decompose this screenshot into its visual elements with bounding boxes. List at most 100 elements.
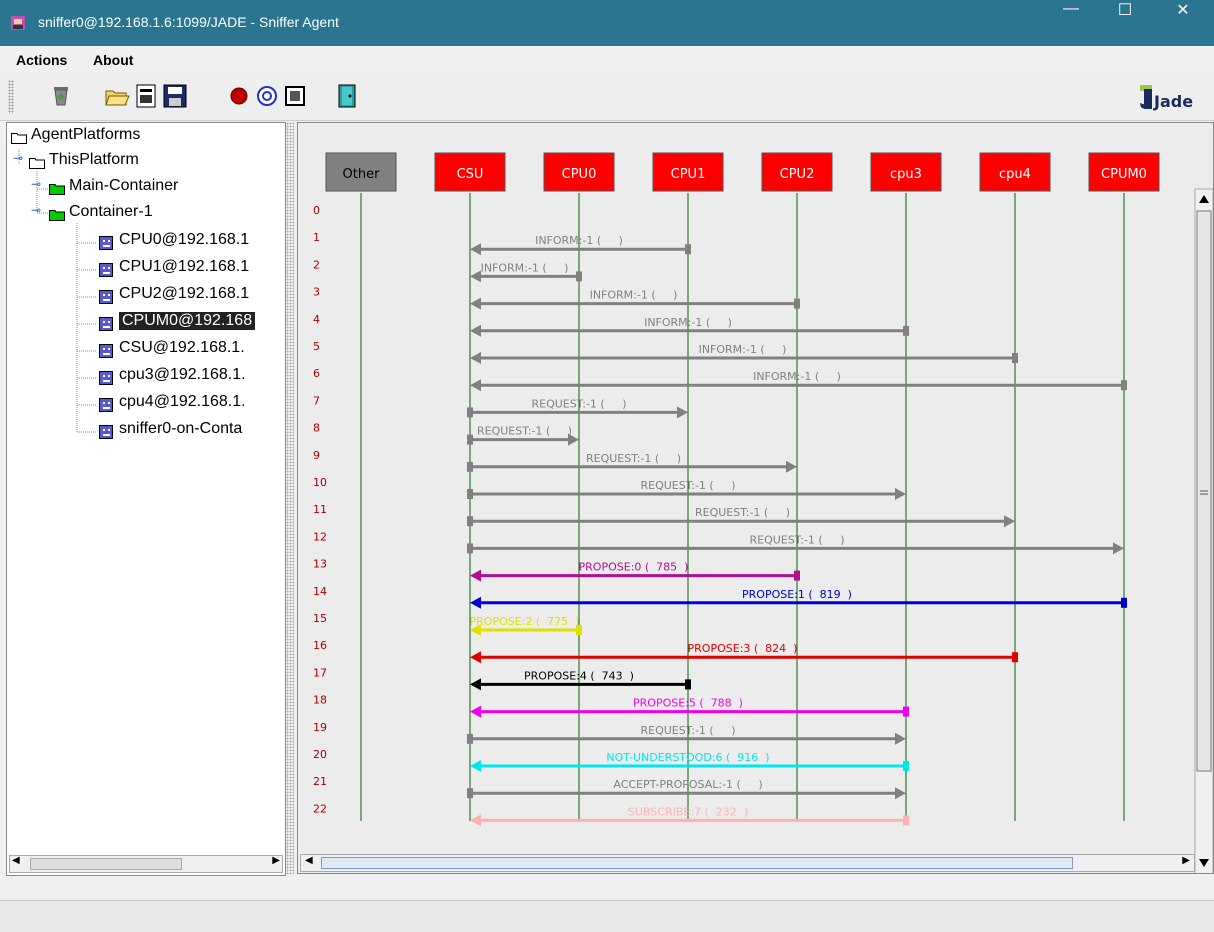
maximize-button[interactable]: ☐ <box>1102 0 1148 46</box>
tree-label: Container-1 <box>69 203 153 220</box>
row-number: 21 <box>313 775 327 788</box>
message-label: INFORM:-1 ( ) <box>481 261 569 274</box>
tree-label: CPU2@192.168.1 <box>119 285 250 302</box>
toolbar-grip[interactable] <box>8 80 14 114</box>
row-number: 22 <box>313 802 327 815</box>
minimize-button[interactable]: — <box>1048 0 1094 46</box>
agent-face-icon <box>99 263 113 277</box>
message-arrow[interactable]: INFORM:-1 ( ) <box>470 234 691 256</box>
row-number: 15 <box>313 612 327 625</box>
message-label: SUBSCRIBE:7 ( 232 ) <box>628 805 748 818</box>
message-arrow[interactable]: REQUEST:-1 ( ) <box>467 506 1015 528</box>
jade-app-icon <box>11 16 25 30</box>
open-file-icon[interactable] <box>134 83 160 109</box>
message-arrow[interactable]: SUBSCRIBE:7 ( 232 ) <box>470 805 909 827</box>
row-number: 10 <box>313 476 327 489</box>
canvas-hscroll-thumb[interactable] <box>321 857 1073 869</box>
tree-label: sniffer0-on-Conta <box>119 420 243 437</box>
window-icon[interactable] <box>282 83 308 109</box>
message-label: INFORM:-1 ( ) <box>753 370 841 383</box>
message-label: REQUEST:-1 ( ) <box>641 479 736 492</box>
folder-icon <box>29 158 45 169</box>
expand-handle-icon[interactable]: ⊸ <box>13 151 23 165</box>
jade-logo: Jade <box>1140 85 1193 111</box>
row-number: 20 <box>313 748 327 761</box>
message-arrow[interactable]: INFORM:-1 ( ) <box>470 261 582 283</box>
message-arrow[interactable]: PROPOSE:1 ( 819 ) <box>470 588 1127 609</box>
message-label: PROPOSE:2 ( 775 ) <box>470 615 580 628</box>
message-arrow[interactable]: PROPOSE:0 ( 785 ) <box>470 561 800 582</box>
agent-face-icon <box>99 398 113 412</box>
tree-label: ThisPlatform <box>49 151 139 168</box>
sniffer-canvas-panel[interactable]: Other CSU CPU0 CPU1 CPU2 cpu3 cpu4 CPUM0 012345… <box>297 122 1214 874</box>
row-number: 8 <box>313 422 320 435</box>
trash-icon[interactable] <box>48 83 74 109</box>
message-arrow[interactable]: ACCEPT-PROPOSAL:-1 ( ) <box>467 778 906 800</box>
at-icon[interactable] <box>254 83 280 109</box>
menu-actions[interactable]: Actions <box>16 52 67 68</box>
message-arrow[interactable]: REQUEST:-1 ( ) <box>467 425 579 446</box>
message-label: REQUEST:-1 ( ) <box>586 452 681 465</box>
agent-box-label: CPU0 <box>562 167 597 182</box>
message-arrow[interactable]: INFORM:-1 ( ) <box>470 289 800 310</box>
record-icon[interactable] <box>226 83 252 109</box>
message-label: PROPOSE:1 ( 819 ) <box>742 588 852 601</box>
scroll-right-icon[interactable]: ▶ <box>1182 855 1190 866</box>
tree-label: CPUM0@192.168 <box>119 312 256 330</box>
tree-label: CSU@192.168.1. <box>119 339 245 356</box>
tree-scroll-thumb[interactable] <box>30 858 182 870</box>
scroll-left-icon[interactable]: ◀ <box>12 855 20 866</box>
row-number: 4 <box>313 313 320 326</box>
message-sequence-diagram: Other CSU CPU0 CPU1 CPU2 cpu3 cpu4 CPUM0 012345… <box>313 152 1213 874</box>
row-number: 3 <box>313 286 320 299</box>
message-label: INFORM:-1 ( ) <box>699 343 787 356</box>
jade-logo-text: Jade <box>1153 92 1193 111</box>
message-arrow[interactable]: PROPOSE:3 ( 824 ) <box>470 642 1018 664</box>
message-label: REQUEST:-1 ( ) <box>532 397 627 410</box>
agent-box-label: CSU <box>457 167 484 182</box>
message-arrow[interactable]: INFORM:-1 ( ) <box>470 343 1018 364</box>
green-folder-icon <box>49 184 65 195</box>
split-pane-divider[interactable] <box>286 122 294 874</box>
message-label: REQUEST:-1 ( ) <box>750 533 845 546</box>
row-number: 16 <box>313 639 327 652</box>
message-arrow[interactable]: PROPOSE:4 ( 743 ) <box>470 669 691 691</box>
title-bar: sniffer0@192.168.1.6:1099/JADE - Sniffer… <box>0 0 1214 46</box>
message-label: INFORM:-1 ( ) <box>590 289 678 302</box>
message-arrow[interactable]: REQUEST:-1 ( ) <box>467 533 1124 555</box>
tree-label: AgentPlatforms <box>31 126 141 143</box>
row-number: 7 <box>313 394 320 407</box>
message-arrow[interactable]: INFORM:-1 ( ) <box>470 316 909 337</box>
agent-tree-panel[interactable]: AgentPlatforms ⊸ ThisPlatform ⊸ Main-Con… <box>6 122 286 876</box>
tree-horizontal-scrollbar[interactable]: ◀ ▶ <box>9 855 283 873</box>
menu-about[interactable]: About <box>93 52 133 68</box>
message-arrow[interactable]: NOT-UNDERSTOOD:6 ( 916 ) <box>470 751 909 772</box>
canvas-hscroll-bar[interactable]: ◀ ▶ <box>300 854 1195 872</box>
open-folder-icon[interactable] <box>104 83 130 109</box>
menu-bar: Actions About <box>0 46 1214 74</box>
message-label: REQUEST:-1 ( ) <box>695 506 790 519</box>
message-arrow[interactable]: REQUEST:-1 ( ) <box>467 724 906 745</box>
message-arrow[interactable]: REQUEST:-1 ( ) <box>467 479 906 500</box>
message-label: PROPOSE:0 ( 785 ) <box>579 561 689 574</box>
message-label: NOT-UNDERSTOOD:6 ( 916 ) <box>606 751 769 764</box>
row-number: 13 <box>313 558 327 571</box>
toolbar: Jade <box>0 74 1214 121</box>
message-arrow[interactable]: REQUEST:-1 ( ) <box>467 397 688 419</box>
expand-handle-icon[interactable]: ⊸ <box>31 203 41 217</box>
exit-door-icon[interactable] <box>334 83 360 109</box>
close-button[interactable]: ✕ <box>1160 0 1206 46</box>
vertical-scrollbar[interactable] <box>1194 188 1213 874</box>
scroll-left-icon[interactable]: ◀ <box>305 855 313 866</box>
expand-handle-icon[interactable]: ⊸ <box>31 177 41 191</box>
agent-box-label: CPU1 <box>671 167 706 182</box>
message-arrow[interactable]: REQUEST:-1 ( ) <box>467 452 797 473</box>
message-arrow[interactable]: PROPOSE:5 ( 788 ) <box>470 697 909 718</box>
save-icon[interactable] <box>162 83 188 109</box>
message-label: REQUEST:-1 ( ) <box>477 425 572 438</box>
agent-face-icon <box>99 317 113 331</box>
scroll-right-icon[interactable]: ▶ <box>272 855 280 866</box>
agent-box-label: CPUM0 <box>1101 167 1147 182</box>
message-arrow[interactable]: INFORM:-1 ( ) <box>470 370 1127 392</box>
message-arrow[interactable]: PROPOSE:2 ( 775 ) <box>470 615 582 636</box>
